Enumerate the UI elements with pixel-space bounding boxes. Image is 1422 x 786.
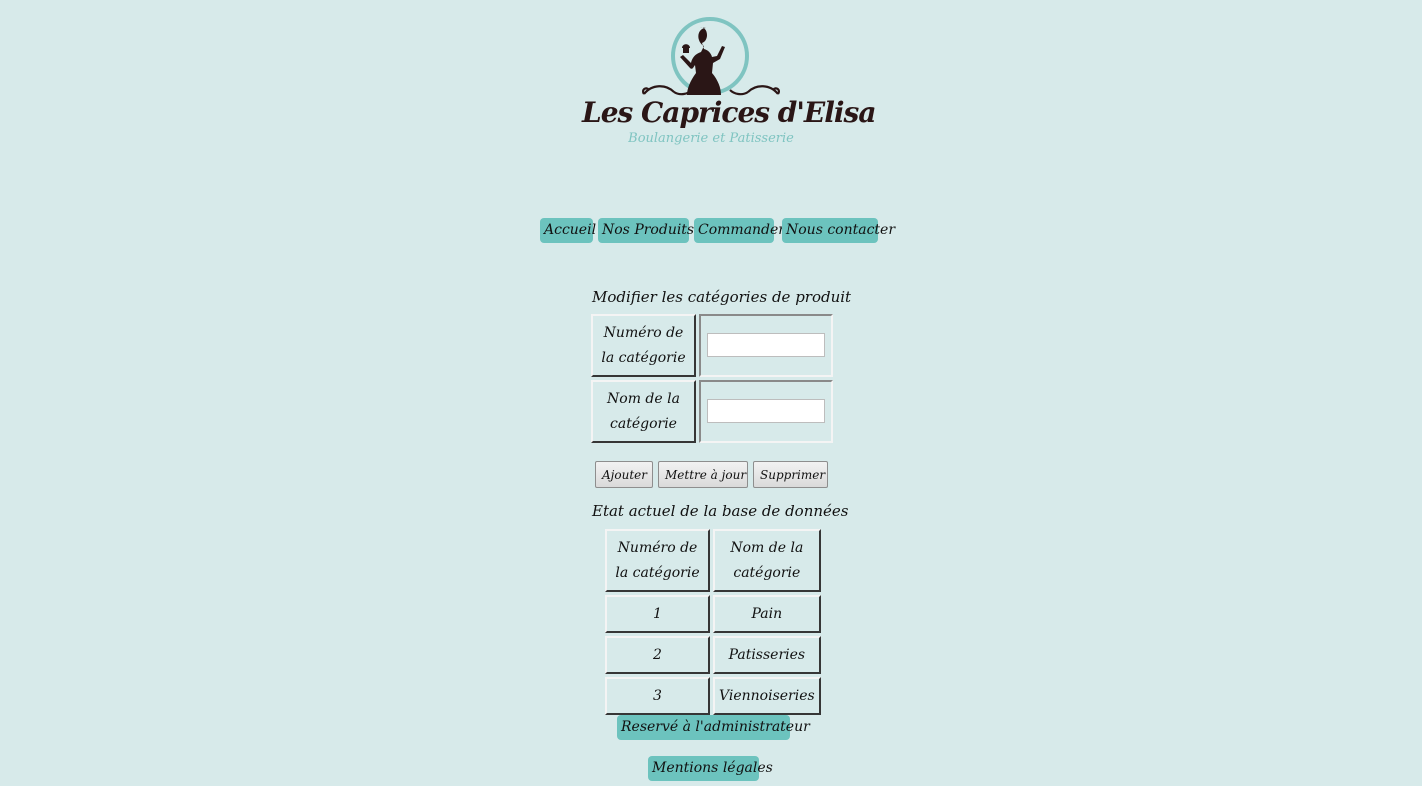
cell-name: Viennoiseries [713,677,821,715]
category-name-input[interactable] [707,399,825,423]
cell-number: 1 [605,595,710,633]
logo-subtitle: Boulangerie et Patisserie [628,131,794,146]
admin-link[interactable]: Reservé à l'administrateur [617,715,810,740]
header-name: Nom de la catégorie [713,529,821,592]
cell-name: Patisseries [713,636,821,674]
cell-number: 3 [605,677,710,715]
form-title: Modifier les catégories de produit [592,288,852,306]
category-number-input[interactable] [707,333,825,357]
add-button[interactable]: Ajouter [595,461,653,488]
nav-accueil[interactable]: Accueil [540,218,596,243]
nav-commander[interactable]: Commander [694,218,785,243]
db-title: Etat actuel de la base de données [592,502,849,520]
legal-link[interactable]: Mentions légales [648,756,773,781]
number-label: Numéro de la catégorie [591,314,696,377]
main-nav: Accueil Nos Produits Commander Nous cont… [540,218,895,243]
nav-nous-contacter[interactable]: Nous contacter [782,218,895,243]
form-buttons: Ajouter Mettre à jour Supprimer [595,461,828,488]
name-label: Nom de la catégorie [591,380,696,443]
table-header-row: Numéro de la catégorie Nom de la catégor… [605,529,821,592]
cell-name: Pain [713,595,821,633]
category-form-table: Numéro de la catégorie Nom de la catégor… [588,311,836,446]
update-button[interactable]: Mettre à jour [658,461,748,488]
site-logo: Les Caprices d'Elisa Boulangerie et Pati… [582,14,876,154]
table-row: 2 Patisseries [605,636,821,674]
categories-table: Numéro de la catégorie Nom de la catégor… [602,526,824,718]
logo-title: Les Caprices d'Elisa [582,96,876,129]
table-row: 3 Viennoiseries [605,677,821,715]
name-field-cell [699,380,833,443]
nav-nos-produits[interactable]: Nos Produits [598,218,694,243]
number-field-cell [699,314,833,377]
table-row: 1 Pain [605,595,821,633]
cell-number: 2 [605,636,710,674]
delete-button[interactable]: Supprimer [753,461,828,488]
header-number: Numéro de la catégorie [605,529,710,592]
